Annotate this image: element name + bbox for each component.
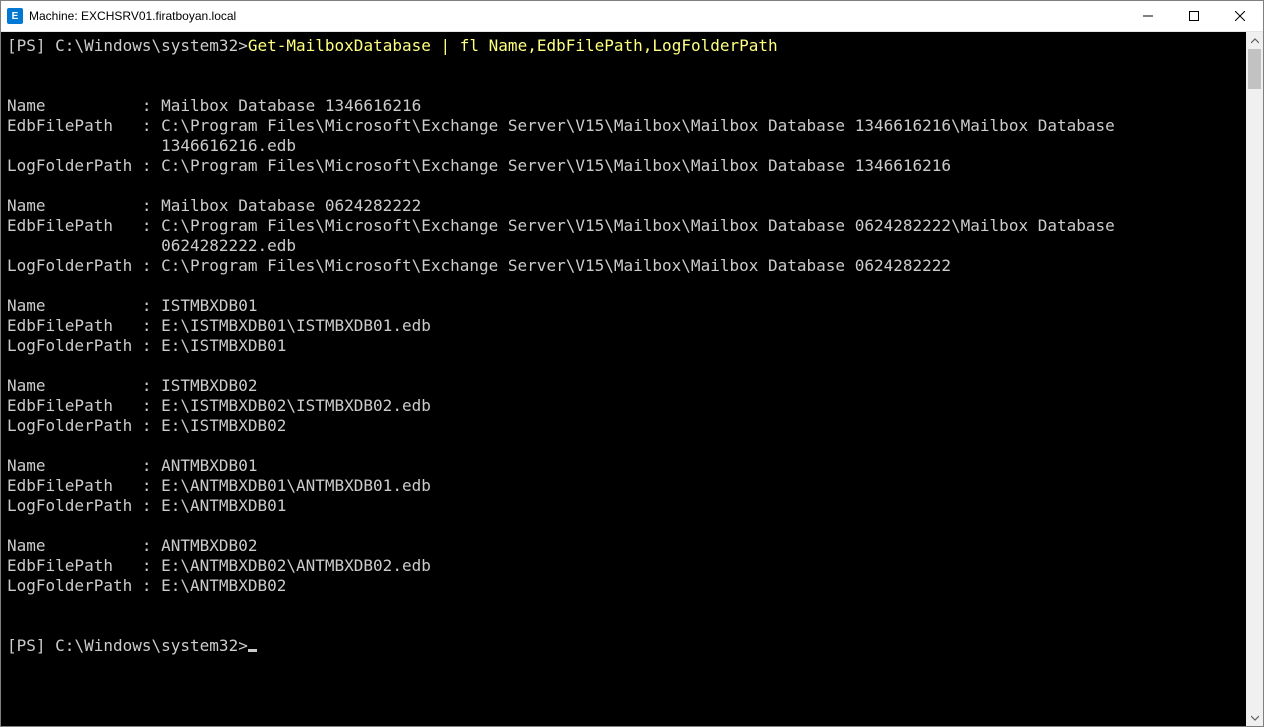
output-line: Name : ANTMBXDB02	[7, 536, 257, 555]
maximize-icon	[1189, 11, 1199, 21]
output-line: Name : ISTMBXDB02	[7, 376, 257, 395]
vertical-scrollbar[interactable]	[1246, 32, 1263, 726]
scroll-up-button[interactable]	[1246, 32, 1263, 49]
titlebar-left: E Machine: EXCHSRV01.firatboyan.local	[7, 8, 236, 24]
output-line: LogFolderPath : E:\ANTMBXDB02	[7, 576, 286, 595]
prompt-path: C:\Windows\system32	[55, 36, 238, 55]
scroll-down-button[interactable]	[1246, 709, 1263, 726]
prompt-sep: >	[238, 36, 248, 55]
maximize-button[interactable]	[1171, 1, 1217, 31]
minimize-button[interactable]	[1125, 1, 1171, 31]
scroll-track[interactable]	[1246, 49, 1263, 709]
output-line: LogFolderPath : E:\ISTMBXDB02	[7, 416, 286, 435]
minimize-icon	[1143, 11, 1153, 21]
prompt-path: C:\Windows\system32	[55, 636, 238, 655]
command-text: Get-MailboxDatabase | fl Name,EdbFilePat…	[248, 36, 778, 55]
output-line: EdbFilePath : E:\ANTMBXDB02\ANTMBXDB02.e…	[7, 556, 431, 575]
output-line: Name : Mailbox Database 0624282222	[7, 196, 421, 215]
output-line: EdbFilePath : E:\ISTMBXDB01\ISTMBXDB01.e…	[7, 316, 431, 335]
close-icon	[1235, 11, 1245, 21]
window-title: Machine: EXCHSRV01.firatboyan.local	[29, 9, 236, 23]
app-window: E Machine: EXCHSRV01.firatboyan.local [P…	[0, 0, 1264, 727]
output-line: EdbFilePath : E:\ANTMBXDB01\ANTMBXDB01.e…	[7, 476, 431, 495]
output-line: 1346616216.edb	[7, 136, 296, 155]
app-icon-letter: E	[12, 11, 19, 22]
chevron-up-icon	[1251, 37, 1259, 45]
console-output[interactable]: [PS] C:\Windows\system32>Get-MailboxData…	[1, 32, 1246, 726]
output-line: Name : ISTMBXDB01	[7, 296, 257, 315]
output-line: EdbFilePath : C:\Program Files\Microsoft…	[7, 216, 1115, 235]
output-line: LogFolderPath : E:\ISTMBXDB01	[7, 336, 286, 355]
window-controls	[1125, 1, 1263, 31]
close-button[interactable]	[1217, 1, 1263, 31]
chevron-down-icon	[1251, 714, 1259, 722]
prompt-label: [PS]	[7, 636, 46, 655]
output-line: EdbFilePath : E:\ISTMBXDB02\ISTMBXDB02.e…	[7, 396, 431, 415]
output-line: LogFolderPath : C:\Program Files\Microso…	[7, 256, 951, 275]
console-area: [PS] C:\Windows\system32>Get-MailboxData…	[1, 32, 1263, 726]
output-line: LogFolderPath : E:\ANTMBXDB01	[7, 496, 286, 515]
output-line: Name : Mailbox Database 1346616216	[7, 96, 421, 115]
prompt-sep: >	[238, 636, 248, 655]
cursor	[248, 649, 257, 652]
prompt-label: [PS]	[7, 36, 46, 55]
titlebar[interactable]: E Machine: EXCHSRV01.firatboyan.local	[1, 1, 1263, 32]
output-line: LogFolderPath : C:\Program Files\Microso…	[7, 156, 951, 175]
output-line: 0624282222.edb	[7, 236, 296, 255]
scroll-thumb[interactable]	[1248, 49, 1261, 89]
output-line: EdbFilePath : C:\Program Files\Microsoft…	[7, 116, 1115, 135]
output-line: Name : ANTMBXDB01	[7, 456, 257, 475]
app-icon: E	[7, 8, 23, 24]
